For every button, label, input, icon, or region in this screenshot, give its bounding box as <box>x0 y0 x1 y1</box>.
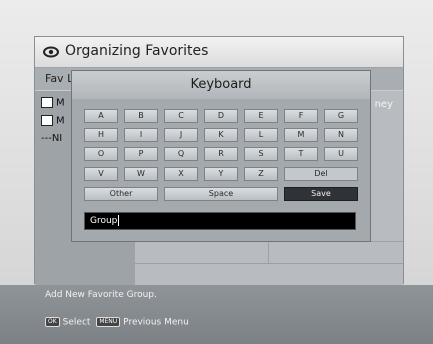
favorites-eye-icon <box>43 46 59 58</box>
key-t[interactable]: T <box>284 147 318 161</box>
key-q[interactable]: Q <box>164 147 198 161</box>
key-o[interactable]: O <box>84 147 118 161</box>
list-item[interactable]: ---NI <box>41 133 62 147</box>
divider <box>268 241 269 263</box>
ok-button-icon: OK <box>45 317 60 327</box>
select-label: Select <box>62 317 91 328</box>
key-d[interactable]: D <box>204 109 238 123</box>
help-row: OK Select MENU Previous Menu <box>45 317 189 328</box>
key-b[interactable]: B <box>124 109 158 123</box>
key-y[interactable]: Y <box>204 167 238 181</box>
info-message: Add New Favorite Group. <box>45 290 157 300</box>
key-i[interactable]: I <box>124 128 158 142</box>
key-a[interactable]: A <box>84 109 118 123</box>
folder-icon <box>41 97 53 108</box>
key-s[interactable]: S <box>244 147 278 161</box>
key-r[interactable]: R <box>204 147 238 161</box>
key-f[interactable]: F <box>284 109 318 123</box>
keyboard-title: Keyboard <box>72 71 370 99</box>
key-w[interactable]: W <box>124 167 158 181</box>
folder-icon <box>41 115 53 126</box>
key-l[interactable]: L <box>244 128 278 142</box>
menu-button-icon: MENU <box>96 317 121 327</box>
key-m[interactable]: M <box>284 128 318 142</box>
key-u[interactable]: U <box>324 147 358 161</box>
key-z[interactable]: Z <box>244 167 278 181</box>
group-name-input[interactable]: Group <box>84 212 356 230</box>
key-c[interactable]: C <box>164 109 198 123</box>
space-key[interactable]: Space <box>164 187 278 201</box>
key-k[interactable]: K <box>204 128 238 142</box>
keyboard-dialog: Keyboard A B C D E F G H I J K L M N O P… <box>71 70 371 242</box>
divider <box>135 263 403 264</box>
window-header: Organizing Favorites <box>35 37 403 68</box>
previous-menu-label: Previous Menu <box>123 317 189 328</box>
delete-key[interactable]: Del <box>284 167 358 181</box>
key-p[interactable]: P <box>124 147 158 161</box>
key-n[interactable]: N <box>324 128 358 142</box>
list-item[interactable]: M <box>41 97 65 111</box>
list-item[interactable]: M <box>41 115 65 129</box>
window-title: Organizing Favorites <box>65 43 209 59</box>
save-button[interactable]: Save <box>284 187 358 201</box>
key-x[interactable]: X <box>164 167 198 181</box>
key-h[interactable]: H <box>84 128 118 142</box>
input-value: Group <box>90 216 118 226</box>
other-key[interactable]: Other <box>84 187 158 201</box>
info-bar: Add New Favorite Group. OK Select MENU Pre… <box>0 285 433 344</box>
key-e[interactable]: E <box>244 109 278 123</box>
text-cursor <box>118 215 120 226</box>
key-v[interactable]: V <box>84 167 118 181</box>
key-j[interactable]: J <box>164 128 198 142</box>
key-g[interactable]: G <box>324 109 358 123</box>
column-label: Fav L <box>45 72 74 85</box>
partial-label: ney <box>374 99 393 110</box>
